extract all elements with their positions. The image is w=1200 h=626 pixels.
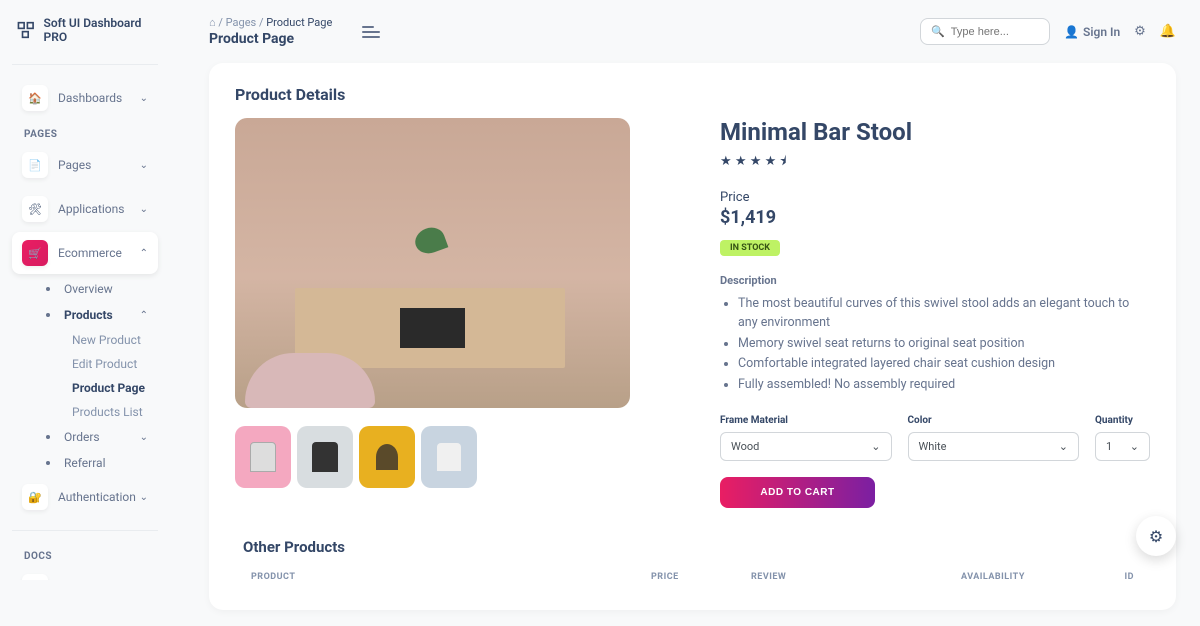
gear-icon: ⚙ (1149, 527, 1163, 546)
thumbnail-4[interactable] (421, 426, 477, 488)
nav-basic[interactable]: 🚀 Basic ⌄ (12, 566, 158, 580)
qty-select[interactable]: 1⌄ (1095, 432, 1150, 461)
section-pages: PAGES (12, 121, 158, 144)
breadcrumb-home-icon[interactable]: ⌂ (209, 16, 216, 29)
thumbnail-1[interactable] (235, 426, 291, 488)
color-label: Color (908, 415, 1080, 426)
search-box[interactable]: 🔍 (920, 18, 1050, 45)
nav-label: Ecommerce (58, 246, 140, 260)
thumbnail-3[interactable] (359, 426, 415, 488)
chevron-down-icon: ⌄ (140, 492, 148, 503)
search-input[interactable] (951, 26, 1039, 38)
nav-overview[interactable]: Overview (36, 276, 158, 302)
chevron-down-icon: ⌄ (871, 440, 880, 453)
nav-authentication[interactable]: 🔐 Authentication ⌄ (12, 476, 158, 518)
nav-label: Authentication (58, 490, 140, 504)
frame-label: Frame Material (720, 415, 892, 426)
desc-item: Fully assembled! No assembly required (738, 376, 1150, 395)
col-availability: AVAILABILITY (961, 572, 1091, 582)
nav-ecommerce-sub: Overview Products⌃ New Product Edit Prod… (12, 276, 158, 476)
frame-select[interactable]: Wood⌄ (720, 432, 892, 461)
brand-text: Soft UI Dashboard PRO (44, 16, 154, 44)
nav-ecommerce[interactable]: 🛒 Ecommerce ⌃ (12, 232, 158, 274)
settings-fab[interactable]: ⚙ (1136, 516, 1176, 556)
chevron-down-icon: ⌄ (140, 160, 148, 171)
rating-stars: ★ ★ ★ ★ ⯨ (720, 152, 1150, 174)
breadcrumb-current: Product Page (266, 16, 332, 29)
main: ⌂ / Pages / Product Page Product Page 🔍 … (185, 0, 1200, 626)
chevron-down-icon: ⌄ (140, 93, 148, 104)
apps-icon: 🛠 (22, 196, 48, 222)
brand[interactable]: Soft UI Dashboard PRO (12, 16, 158, 44)
product-card: Product Details Minimal Bar Stool ★ ★ ★ … (209, 63, 1176, 610)
chevron-down-icon: ⌄ (1130, 440, 1139, 453)
description-label: Description (720, 274, 1150, 287)
divider (12, 64, 158, 65)
sidebar: Soft UI Dashboard PRO 🏠 Dashboards ⌄ PAG… (0, 0, 170, 580)
office-icon: 📄 (22, 152, 48, 178)
desc-item: The most beautiful curves of this swivel… (738, 295, 1150, 333)
card-title: Product Details (235, 85, 1150, 104)
search-icon: 🔍 (931, 25, 945, 38)
nav-new-product[interactable]: New Product (62, 328, 158, 352)
qty-label: Quantity (1095, 415, 1150, 426)
color-select[interactable]: White⌄ (908, 432, 1080, 461)
page-title: Product Page (209, 31, 332, 47)
chevron-up-icon: ⌃ (140, 248, 148, 259)
nav-label: Pages (58, 158, 140, 172)
divider (12, 530, 158, 531)
signin-label: Sign In (1083, 25, 1120, 39)
nav-dashboards[interactable]: 🏠 Dashboards ⌄ (12, 77, 158, 119)
chevron-up-icon: ⌃ (140, 310, 148, 321)
other-products-title: Other Products (235, 538, 1150, 556)
nav-products-list[interactable]: Products List (62, 400, 158, 424)
nav-label: Dashboards (58, 91, 140, 105)
nav-applications[interactable]: 🛠 Applications ⌄ (12, 188, 158, 230)
price-label: Price (720, 190, 1150, 205)
topbar: ⌂ / Pages / Product Page Product Page 🔍 … (209, 16, 1176, 47)
stock-badge: IN STOCK (720, 240, 780, 256)
price-value: $1,419 (720, 207, 1150, 228)
shop-icon: 🏠 (22, 85, 48, 111)
nav-products-sub: New Product Edit Product Product Page Pr… (36, 328, 158, 424)
breadcrumb-pages[interactable]: Pages (226, 16, 257, 29)
product-thumbnails (235, 426, 630, 488)
desc-item: Memory swivel seat returns to original s… (738, 335, 1150, 354)
product-main-image[interactable] (235, 118, 630, 408)
logo-icon (16, 19, 36, 41)
user-icon: 👤 (1064, 25, 1079, 39)
col-review: REVIEW (751, 572, 961, 582)
document-icon: 🔐 (22, 484, 48, 510)
chevron-down-icon: ⌄ (1059, 440, 1068, 453)
chevron-down-icon: ⌄ (140, 432, 148, 443)
breadcrumb: ⌂ / Pages / Product Page (209, 16, 332, 29)
nav-pages[interactable]: 📄 Pages ⌄ (12, 144, 158, 186)
nav-orders[interactable]: Orders⌄ (36, 424, 158, 450)
rocket-icon: 🚀 (22, 574, 48, 580)
signin-link[interactable]: 👤 Sign In (1064, 25, 1120, 39)
desc-item: Comfortable integrated layered chair sea… (738, 355, 1150, 374)
bell-icon[interactable]: 🔔 (1160, 24, 1176, 39)
other-products-header: PRODUCT PRICE REVIEW AVAILABILITY ID (235, 566, 1150, 588)
nav-label: Applications (58, 202, 140, 216)
section-docs: DOCS (12, 543, 158, 566)
product-name: Minimal Bar Stool (720, 118, 1150, 146)
sidebar-toggle[interactable] (362, 23, 380, 41)
nav-referral[interactable]: Referral (36, 450, 158, 476)
nav-product-page[interactable]: Product Page (62, 376, 158, 400)
nav-products[interactable]: Products⌃ (36, 302, 158, 328)
col-price: PRICE (651, 572, 751, 582)
chevron-down-icon: ⌄ (140, 204, 148, 215)
gear-icon[interactable]: ⚙ (1134, 24, 1146, 39)
col-product: PRODUCT (251, 572, 651, 582)
add-to-cart-button[interactable]: ADD TO CART (720, 477, 875, 508)
nav-edit-product[interactable]: Edit Product (62, 352, 158, 376)
thumbnail-2[interactable] (297, 426, 353, 488)
basket-icon: 🛒 (22, 240, 48, 266)
description-list: The most beautiful curves of this swivel… (720, 295, 1150, 395)
col-id: ID (1091, 572, 1134, 582)
